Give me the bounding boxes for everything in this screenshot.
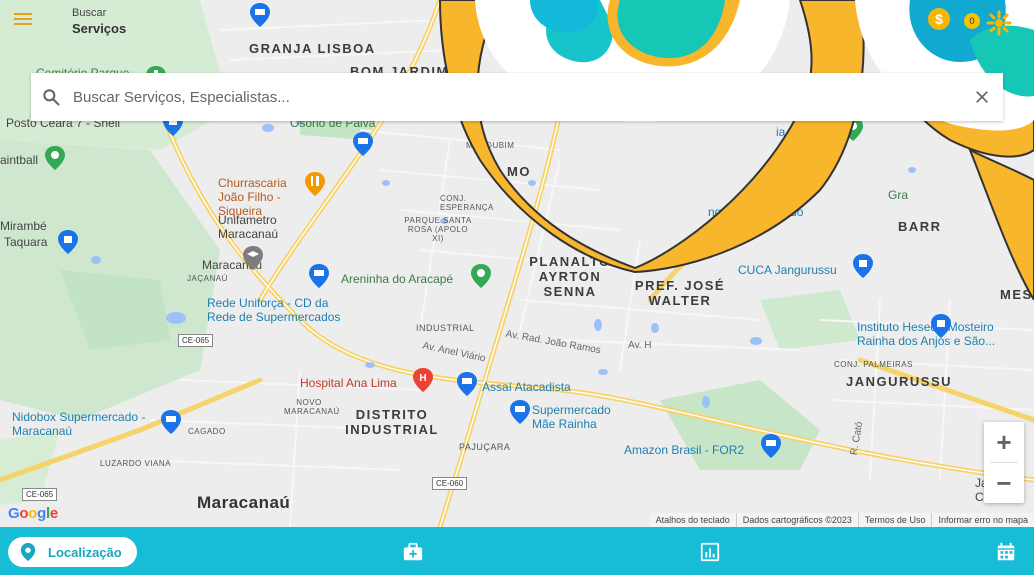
google-logo: Google [8,505,58,522]
poi-label[interactable]: Nidobox Supermercado - Maracanaú [12,410,172,438]
shopping-pin-icon[interactable] [510,400,530,424]
neighborhood-label: NOVO MARACANAÚ [284,398,340,416]
neighborhood-label: PARQUE SANTA ROSA (APOLO XI) [404,216,472,243]
hospital-pin-icon[interactable]: H [413,368,433,392]
search-input[interactable] [71,87,973,107]
poi-label[interactable]: ia Castelão [776,125,836,139]
medical-briefcase-icon[interactable] [402,541,424,563]
bar-chart-icon[interactable] [699,541,721,563]
neighborhood-label: JANGURUSSU [846,374,953,389]
neighborhood-label: MONDUBIM [466,141,515,150]
landmark-pin-icon[interactable] [58,230,78,254]
landmark-pin-icon[interactable] [931,314,951,338]
poi-label[interactable]: Hospital Ana Lima [300,376,397,390]
location-label: Localização [48,544,122,560]
zoom-in-button[interactable]: + [984,422,1024,462]
neighborhood-label: BARR [898,219,942,234]
poi-label[interactable]: Mirambé [0,219,47,233]
location-pin-icon [20,543,36,561]
neighborhood-label: JAÇANAÚ [187,274,228,283]
svg-text:H: H [419,373,426,384]
neighborhood-label: LUZARDO VIANA [100,459,171,468]
highway-shield: CE-060 [432,477,468,490]
map-data-text: Dados cartográficos ©2023 [735,513,858,527]
hamburger-menu-icon[interactable] [14,10,42,30]
poi-label[interactable]: ng Pátio Arvoredo [708,205,803,219]
poi-label[interactable]: aintball [0,153,38,167]
zoom-controls: + − [984,422,1024,503]
location-button[interactable]: Localização [8,537,137,567]
park-pin-icon[interactable] [45,146,65,170]
neighborhood-label: CONJ. PALMEIRAS [834,360,913,369]
restaurant-pin-icon[interactable] [305,172,325,196]
poi-label[interactable]: Churrascaria João Filho - Siqueira [218,176,313,218]
shopping-pin-icon[interactable] [161,410,181,434]
road-label: Av. H [628,340,652,351]
highway-shield: CE-065 [178,334,214,347]
neighborhood-label: PLANALTO AYRTON SENNA [529,254,611,299]
search-icon[interactable] [41,87,61,107]
map-attribution: Atalhos do teclado Dados cartográficos ©… [649,513,1034,527]
shopping-pin-icon[interactable] [761,434,781,458]
poi-label[interactable]: Rede Uniforça - CD da Rede de Supermerca… [207,296,357,324]
shopping-pin-icon[interactable] [353,132,373,156]
neighborhood-label: PAJUÇARA [459,442,511,452]
sparkle-icon[interactable] [986,10,1012,36]
park-pin-icon[interactable] [471,264,491,288]
header-title: Serviços [72,21,127,36]
neighborhood-label: MESS [1000,287,1034,302]
header-subtitle: Buscar [72,7,107,19]
terms-link[interactable]: Termos de Uso [857,513,932,527]
close-icon[interactable] [973,88,991,106]
poi-label[interactable]: CUCA Jangurussu [738,263,837,277]
poi-label[interactable]: Taquara [4,235,47,249]
city-label: Maracanaú [197,493,291,512]
neighborhood-label: CAGADO [188,427,226,436]
zoom-out-button[interactable]: − [984,463,1024,503]
highway-shield: CE-065 [22,488,58,501]
landmark-pin-icon[interactable] [853,254,873,278]
poi-label[interactable]: Supermercado Mãe Rainha [532,403,632,431]
neighborhood-label: CONJ. ESPERANÇA [440,194,494,212]
dollar-coin-icon[interactable]: $ [928,8,950,30]
school-pin-icon[interactable] [243,246,263,270]
shopping-pin-icon[interactable] [309,264,329,288]
neighborhood-label: DISTRITO INDUSTRIAL [345,407,439,437]
neighborhood-label: GRANJA LISBOA [249,41,376,56]
neighborhood-label: MO [507,164,531,179]
calendar-icon[interactable] [995,541,1017,563]
poi-label[interactable]: Gra [888,188,908,202]
neighborhood-label: PREF. JOSÉ WALTER [634,278,726,308]
search-bar [31,73,1003,121]
shopping-pin-icon[interactable] [250,3,270,27]
keyboard-shortcuts-link[interactable]: Atalhos do teclado [650,513,736,527]
coin-count-badge: 0 [964,13,980,29]
poi-label[interactable]: Unifametro Maracanaú [218,213,288,241]
shopping-pin-icon[interactable] [457,372,477,396]
poi-label[interactable]: Areninha do Aracapé [341,272,453,286]
neighborhood-label: INDUSTRIAL [416,323,475,333]
poi-label[interactable]: Assaí Atacadista [482,380,571,394]
poi-label[interactable]: Amazon Brasil - FOR2 [624,443,744,457]
bottom-navigation: Localização [0,527,1034,575]
report-error-link[interactable]: Informar erro no mapa [931,513,1034,527]
